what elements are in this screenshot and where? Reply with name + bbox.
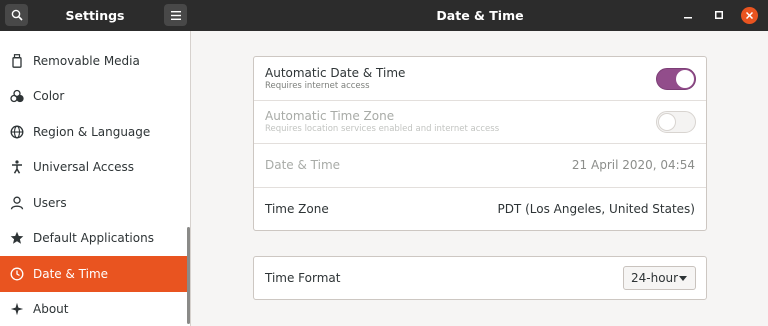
row-title: Automatic Time Zone [265,109,395,123]
search-button[interactable] [5,4,28,26]
automatic-time-zone-switch [656,111,696,133]
automatic-time-zone-row: Automatic Time Zone Requires location se… [254,101,706,144]
sidebar-item-removable-media[interactable]: Removable Media [0,43,190,79]
hamburger-menu-icon [170,10,181,20]
close-button[interactable] [741,7,758,24]
user-icon [9,195,25,211]
time-format-dropdown[interactable]: 24-hour [623,266,696,290]
header-bar: Settings Date & Time [0,0,768,31]
automatic-date-time-switch[interactable] [656,68,696,90]
time-format-selected-value: 24-hour [631,271,679,285]
time-zone-value: PDT (Los Angeles, United States) [497,202,695,216]
sidebar: Removable Media Color Region & Language [0,31,191,326]
automatic-date-time-row[interactable]: Automatic Date & Time Requires internet … [254,57,706,101]
date-time-settings-panel: Automatic Date & Time Requires internet … [253,56,707,231]
row-title: Automatic Date & Time [265,66,406,80]
time-format-row: Time Format 24-hour [254,257,706,299]
menu-button[interactable] [164,4,187,26]
star-icon [9,230,25,246]
sidebar-item-label: About [33,302,69,317]
row-title: Time Format [265,271,341,285]
sidebar-item-label: Removable Media [33,53,140,68]
chevron-down-icon [679,276,687,281]
time-zone-row[interactable]: Time Zone PDT (Los Angeles, United State… [254,188,706,231]
sidebar-item-universal-access[interactable]: Universal Access [0,150,190,186]
time-format-panel: Time Format 24-hour [253,256,707,300]
sparkle-icon [9,301,25,317]
sidebar-scrollbar[interactable] [187,227,190,324]
date-time-row: Date & Time 21 April 2020, 04:54 [254,144,706,188]
sidebar-item-label: Region & Language [33,124,151,139]
sidebar-item-region-language[interactable]: Region & Language [0,114,190,150]
switch-knob [658,113,676,131]
color-palette-icon [9,88,25,104]
clock-icon [9,266,25,282]
accessibility-icon [9,159,25,175]
close-icon [746,12,753,19]
sidebar-item-about[interactable]: About [0,292,190,326]
sidebar-item-label: Default Applications [33,231,154,246]
sidebar-title: Settings [65,8,125,23]
date-time-value: 21 April 2020, 04:54 [571,158,695,172]
sidebar-item-default-applications[interactable]: Default Applications [0,221,190,257]
globe-icon [9,124,25,140]
minimize-icon [684,17,692,19]
maximize-button[interactable] [710,6,728,24]
sidebar-item-label: Color [33,89,65,104]
row-subtitle: Requires internet access [265,81,370,91]
sidebar-item-date-time[interactable]: Date & Time [0,256,190,292]
sidebar-item-users[interactable]: Users [0,185,190,221]
row-title: Date & Time [265,158,341,172]
sidebar-item-color[interactable]: Color [0,79,190,115]
sidebar-item-label: Universal Access [33,160,134,175]
switch-knob [676,70,694,88]
row-title: Time Zone [265,202,329,216]
minimize-button[interactable] [679,6,697,24]
usb-drive-icon [9,53,25,69]
sidebar-item-label: Date & Time [33,266,109,281]
maximize-icon [715,11,723,19]
search-icon [11,9,23,21]
row-subtitle: Requires location services enabled and i… [265,124,500,134]
sidebar-item-label: Users [33,195,67,210]
